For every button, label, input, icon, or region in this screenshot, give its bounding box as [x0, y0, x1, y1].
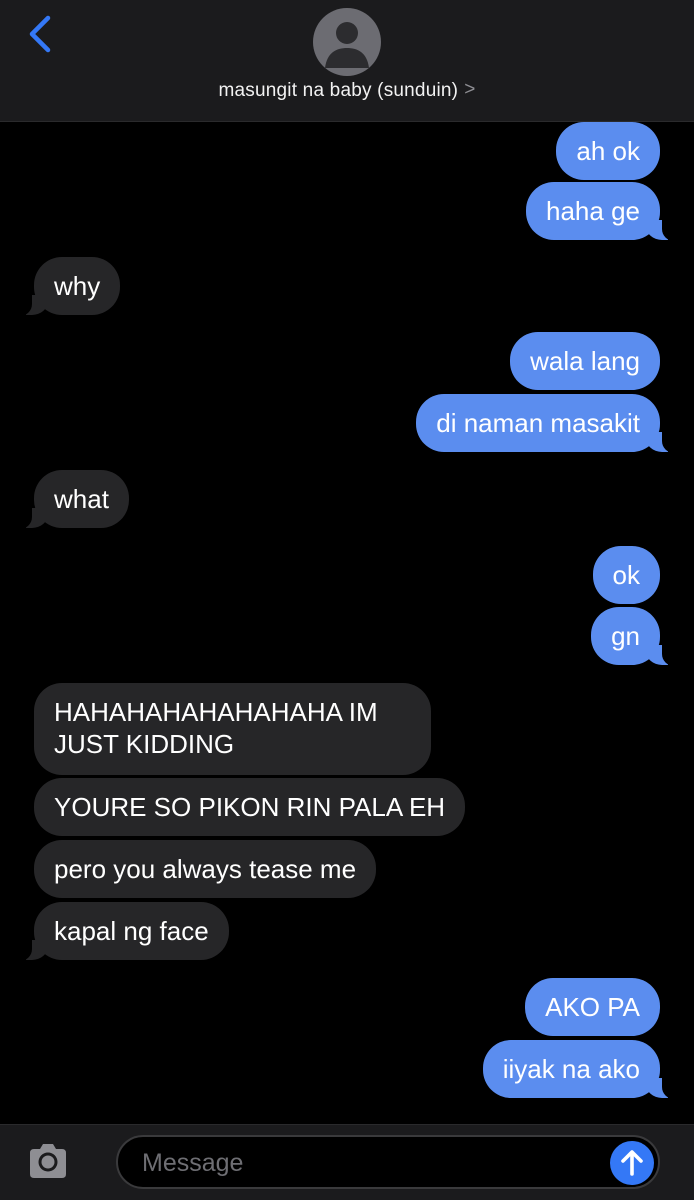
- chevron-right-icon: >: [464, 79, 476, 100]
- message-text: haha ge: [546, 196, 640, 226]
- message-bubble-outgoing[interactable]: iiyak na ako: [482, 1040, 683, 1099]
- message-bubble-outgoing[interactable]: ah ok: [556, 122, 660, 180]
- contact-name: masungit na baby (sunduin): [218, 80, 459, 101]
- message-text: HAHAHAHAHAHAHAHA IM JUST KIDDING: [54, 697, 378, 759]
- back-button[interactable]: [24, 14, 60, 54]
- message-bubble-outgoing[interactable]: wala lang: [510, 332, 660, 390]
- message-text: what: [54, 484, 109, 514]
- message-text: di naman masakit: [436, 408, 640, 438]
- contact-name-button[interactable]: masungit na baby (sunduin) >: [0, 79, 694, 102]
- message-text: AKO PA: [545, 992, 640, 1022]
- message-thread[interactable]: ah ok haha ge why wala lang di naman mas…: [0, 122, 694, 1124]
- message-bubble-incoming[interactable]: pero you always tease me: [34, 840, 377, 898]
- message-composer: [0, 1124, 694, 1200]
- contact-avatar[interactable]: [313, 8, 381, 76]
- arrow-up-icon: [621, 1150, 643, 1176]
- message-text: wala lang: [530, 346, 640, 376]
- message-input-wrapper: [116, 1135, 660, 1189]
- message-text: why: [54, 271, 101, 301]
- message-bubble-outgoing[interactable]: di naman masakit: [416, 394, 682, 453]
- send-button[interactable]: [610, 1141, 654, 1185]
- conversation-header: masungit na baby (sunduin) >: [0, 0, 694, 122]
- message-bubble-incoming[interactable]: why: [11, 257, 121, 316]
- message-bubble-incoming[interactable]: kapal ng face: [12, 902, 229, 961]
- message-text: ok: [612, 560, 640, 590]
- message-text: ah ok: [576, 136, 640, 166]
- camera-icon: [30, 1144, 66, 1178]
- message-text: YOURE SO PIKON RIN PALA EH: [54, 792, 446, 822]
- message-text: iiyak na ako: [502, 1054, 640, 1084]
- message-text: pero you always tease me: [54, 854, 357, 884]
- message-bubble-outgoing[interactable]: gn: [591, 607, 682, 666]
- message-bubble-incoming[interactable]: HAHAHAHAHAHAHAHA IM JUST KIDDING: [34, 683, 431, 775]
- message-bubble-incoming[interactable]: what: [12, 470, 129, 529]
- message-text: kapal ng face: [54, 916, 209, 946]
- person-silhouette-icon: [325, 22, 369, 68]
- message-bubble-outgoing[interactable]: haha ge: [526, 182, 682, 241]
- message-bubble-outgoing[interactable]: AKO PA: [525, 978, 660, 1036]
- message-bubble-outgoing[interactable]: ok: [592, 546, 660, 604]
- message-bubble-incoming[interactable]: YOURE SO PIKON RIN PALA EH: [34, 778, 466, 836]
- camera-button[interactable]: [26, 1141, 70, 1181]
- message-input[interactable]: [140, 1143, 604, 1183]
- message-text: gn: [611, 621, 640, 651]
- chevron-left-icon: [29, 15, 51, 53]
